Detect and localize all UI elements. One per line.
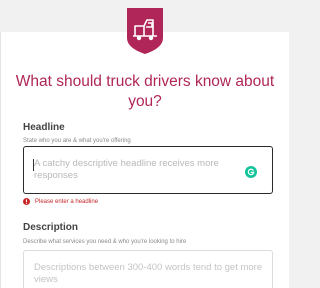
error-icon	[23, 198, 30, 205]
headline-hint: State who you are & what you're offering	[23, 138, 131, 144]
headline-label: Headline	[23, 122, 65, 133]
headline-placeholder: A catchy descriptive headline receives m…	[34, 158, 219, 181]
form-card: What should truck drivers know about you…	[0, 32, 289, 288]
headline-error-text: Please enter a headline	[35, 198, 99, 205]
grammarly-icon[interactable]	[245, 166, 257, 178]
headline-input[interactable]: A catchy descriptive headline receives m…	[23, 146, 273, 194]
description-hint: Describe what services you need & who yo…	[23, 239, 187, 245]
page-title: What should truck drivers know about you…	[15, 73, 275, 110]
headline-error: Please enter a headline	[23, 198, 98, 205]
truck-badge-icon	[127, 8, 163, 54]
page: What should truck drivers know about you…	[0, 0, 289, 288]
description-label: Description	[23, 222, 79, 233]
description-input[interactable]: Descriptions between 300-400 words tend …	[23, 250, 273, 288]
description-placeholder: Descriptions between 300-400 words tend …	[34, 262, 263, 285]
